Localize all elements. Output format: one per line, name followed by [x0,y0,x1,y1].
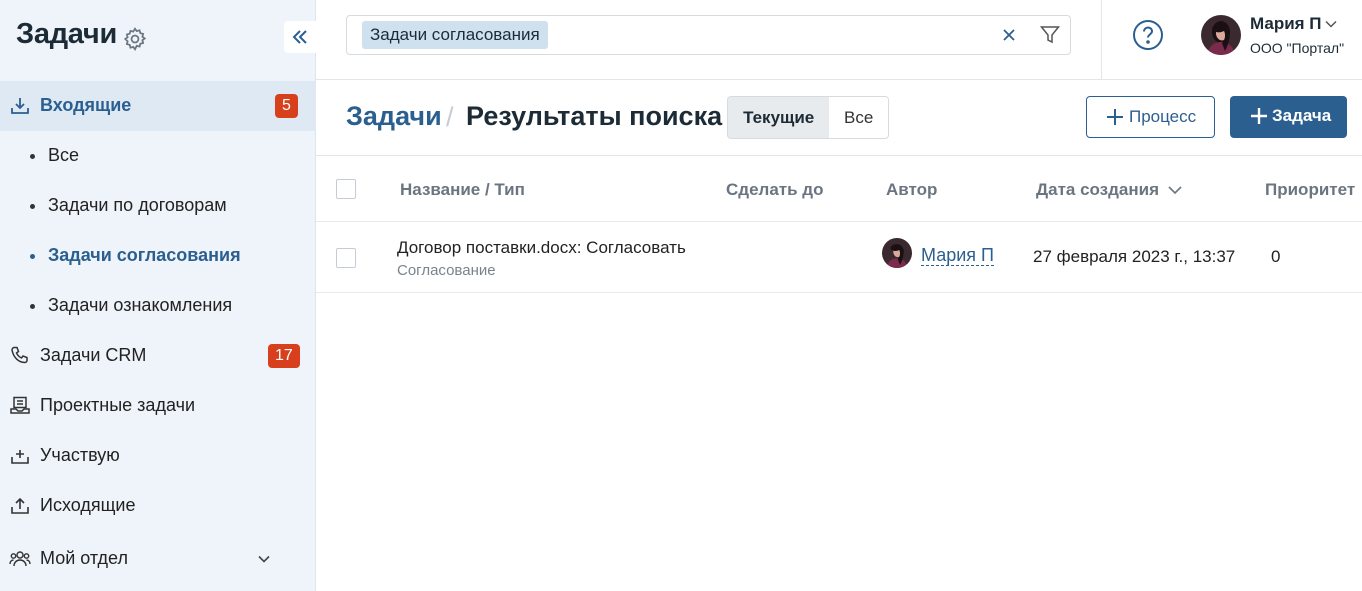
sidebar-item-my-department[interactable]: Мой отдел [0,534,316,584]
plus-icon [1107,109,1123,125]
sidebar-item-project-tasks[interactable]: Проектные задачи [0,381,316,431]
sidebar-item-approval-tasks[interactable]: Задачи согласования [0,231,316,281]
select-all-checkbox[interactable] [336,179,356,199]
sidebar-header: Задачи [0,0,316,80]
sidebar-item-label: Входящие [40,95,132,115]
sidebar-item-crm-tasks[interactable]: Задачи CRM 17 [0,331,316,381]
sidebar-item-participating[interactable]: Участвую [0,431,316,481]
divider [316,155,1362,156]
add-task-button[interactable]: Задача [1230,96,1347,138]
button-label: Задача [1272,106,1332,125]
inbox-count-badge: 5 [275,94,298,118]
column-header-due[interactable]: Сделать до [726,180,823,200]
bullet [30,154,35,159]
task-priority: 0 [1271,247,1281,266]
crm-count-badge: 17 [268,344,300,368]
filter-icon[interactable] [1039,24,1061,46]
column-header-priority[interactable]: Приоритет [1265,180,1355,200]
chevron-down-icon[interactable] [1324,17,1338,31]
breadcrumb-separator: / [446,102,454,132]
sidebar-item-label: Участвую [40,445,120,465]
gear-icon[interactable] [122,26,148,52]
column-header-created[interactable]: Дата создания [1036,180,1159,200]
author-link[interactable]: Мария П [921,245,994,266]
sidebar-item-label: Мой отдел [40,548,128,568]
inbox-download-icon [11,98,29,114]
sidebar-item-label: Задачи ознакомления [48,295,233,315]
phone-icon [11,346,28,364]
tab-all[interactable]: Все [829,97,888,138]
user-name[interactable]: Мария П [1250,14,1322,34]
task-type: Согласование [397,262,496,279]
divider [1101,0,1102,80]
help-icon[interactable] [1132,19,1164,51]
search-input[interactable]: Задачи согласования [346,15,1071,55]
tab-current[interactable]: Текущие [728,97,830,138]
chevron-down-icon[interactable] [257,552,271,566]
task-created-date: 27 февраля 2023 г., 13:37 [1033,247,1236,266]
breadcrumb-tasks-link[interactable]: Задачи [346,101,442,132]
sidebar-item-contract-tasks[interactable]: Задачи по договорам [0,181,316,231]
project-icon [10,396,30,414]
double-chevron-left-icon [292,30,307,44]
clear-search-icon[interactable] [999,25,1019,45]
view-toggle: Текущие Все [727,96,889,139]
sidebar-item-label: Исходящие [40,495,136,515]
tray-add-icon [11,450,29,464]
search-filter-chip[interactable]: Задачи согласования [362,21,548,49]
upload-icon [11,497,29,514]
sidebar-item-all[interactable]: Все [0,131,316,181]
sort-down-icon[interactable] [1167,182,1183,198]
breadcrumb-current: Результаты поиска [466,101,723,131]
divider [316,221,1362,222]
column-header-author[interactable]: Автор [886,180,937,200]
sidebar-item-review-tasks[interactable]: Задачи ознакомления [0,281,316,331]
avatar[interactable] [1201,15,1241,55]
page-title: Задачи [16,18,117,50]
column-header-name[interactable]: Название / Тип [400,180,525,200]
sidebar-item-label: Задачи согласования [48,245,241,265]
sidebar-item-label: Задачи CRM [40,345,147,365]
top-bar: Задачи согласования Мария П ООО "Портал" [316,0,1362,80]
user-organization: ООО "Портал" [1250,40,1345,56]
users-icon [9,551,31,567]
add-process-button[interactable]: Процесс [1086,96,1215,138]
task-name-link[interactable]: Договор поставки.docx: Согласовать [397,238,686,258]
bullet [30,304,35,309]
author-avatar [882,238,912,268]
sidebar-item-label: Проектные задачи [40,395,195,415]
sidebar-item-label: Все [48,145,80,165]
bullet [30,204,35,209]
plus-icon [1251,108,1267,124]
row-checkbox[interactable] [336,248,356,268]
divider [316,292,1362,293]
sidebar-item-inbox[interactable]: Входящие 5 [0,81,316,131]
author-name[interactable]: Мария П [921,245,994,266]
sidebar: Задачи Входящие 5 Все Задачи по договора… [0,0,316,591]
sidebar-item-label: Задачи по договорам [48,195,227,215]
button-label: Процесс [1129,107,1197,126]
sidebar-item-outgoing[interactable]: Исходящие [0,481,316,531]
collapse-sidebar-button[interactable] [284,21,316,53]
bullet [30,254,35,259]
